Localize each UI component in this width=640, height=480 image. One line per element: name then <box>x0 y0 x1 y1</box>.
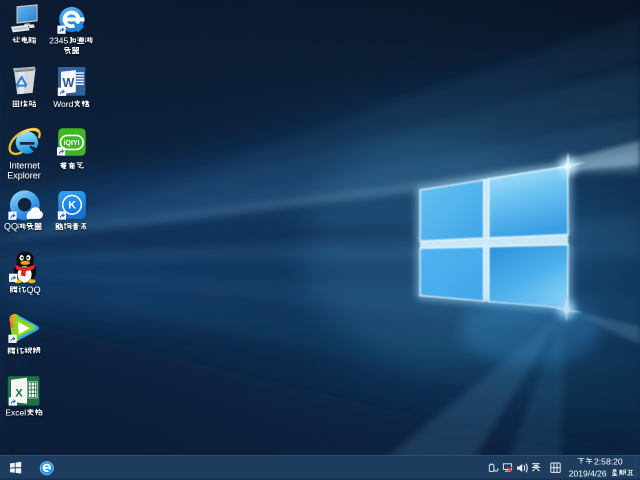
svg-text:QQ: QQ <box>4 222 18 232</box>
svg-text:Internet: Internet <box>9 161 40 171</box>
svg-text:Excel: Excel <box>5 408 26 418</box>
svg-text:2345: 2345 <box>49 35 68 45</box>
svg-text:K: K <box>68 200 76 212</box>
svg-text:Word: Word <box>53 99 73 109</box>
svg-text:iQIYI: iQIYI <box>64 140 80 147</box>
svg-text:Explorer: Explorer <box>7 171 41 181</box>
svg-text:QQ: QQ <box>27 285 41 295</box>
svg-text:2:58:20: 2:58:20 <box>594 457 623 467</box>
svg-text:2019/4/26: 2019/4/26 <box>569 469 607 479</box>
